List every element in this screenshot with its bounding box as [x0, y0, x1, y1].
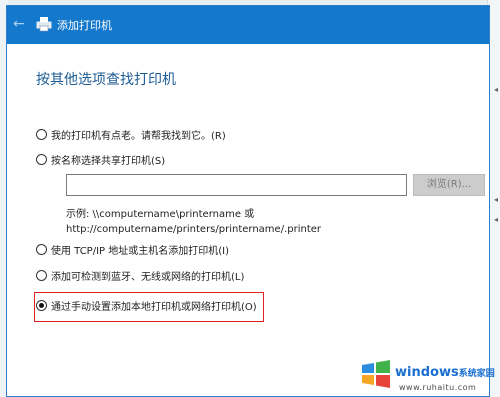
- watermark-url: www.ruhaitu.com: [399, 383, 477, 392]
- example-text: 示例: \\computername\printername 或 http://…: [66, 207, 321, 237]
- watermark-brand: windows系统家园: [395, 365, 495, 380]
- add-printer-dialog: ← 添加打印机 按其他选项查找打印机 我的打印机有点老。请帮我找到它。(R) 按…: [6, 5, 490, 397]
- shared-printer-name-input[interactable]: [66, 174, 407, 196]
- printer-icon: [36, 16, 52, 32]
- option-label: 按名称选择共享打印机(S): [51, 156, 166, 167]
- watermark-brand-cn: 系统家园: [458, 369, 495, 379]
- radio-button[interactable]: [36, 270, 47, 281]
- option-label: 使用 TCP/IP 地址或主机名添加打印机(I): [51, 246, 229, 257]
- back-arrow-icon[interactable]: ←: [13, 16, 29, 32]
- chevron-left-icon: ◂: [493, 215, 498, 224]
- option-old-printer[interactable]: 我的打印机有点老。请帮我找到它。(R): [36, 127, 226, 142]
- radio-button[interactable]: [36, 244, 47, 255]
- option-manual-local-printer[interactable]: 通过手动设置添加本地打印机或网络打印机(O): [36, 298, 257, 313]
- option-label: 通过手动设置添加本地打印机或网络打印机(O): [51, 302, 257, 313]
- example-line-1: 示例: \\computername\printername 或: [66, 209, 255, 220]
- chevron-left-icon: ◂: [493, 195, 498, 204]
- page-heading: 按其他选项查找打印机: [36, 72, 176, 88]
- window-title: 添加打印机: [57, 19, 112, 32]
- watermark-brand-en: windows: [395, 365, 459, 380]
- example-line-2: http://computername/printers/printername…: [66, 224, 322, 235]
- radio-button-selected[interactable]: [36, 300, 47, 311]
- option-bluetooth-wireless[interactable]: 添加可检测到蓝牙、无线或网络的打印机(L): [36, 268, 244, 283]
- option-tcpip[interactable]: 使用 TCP/IP 地址或主机名添加打印机(I): [36, 242, 229, 257]
- watermark: windows系统家园 www.ruhaitu.com: [359, 357, 495, 393]
- radio-button[interactable]: [36, 129, 47, 140]
- radio-button[interactable]: [36, 154, 47, 165]
- title-bar: ← 添加打印机: [7, 6, 489, 44]
- option-shared-printer-by-name[interactable]: 按名称选择共享打印机(S): [36, 152, 165, 167]
- option-label: 我的打印机有点老。请帮我找到它。(R): [51, 131, 226, 142]
- option-label: 添加可检测到蓝牙、无线或网络的打印机(L): [51, 272, 245, 283]
- windows-logo-icon: [362, 360, 390, 388]
- browse-button[interactable]: 浏览(R)...: [413, 174, 485, 196]
- chevron-left-icon: ◂: [493, 85, 498, 94]
